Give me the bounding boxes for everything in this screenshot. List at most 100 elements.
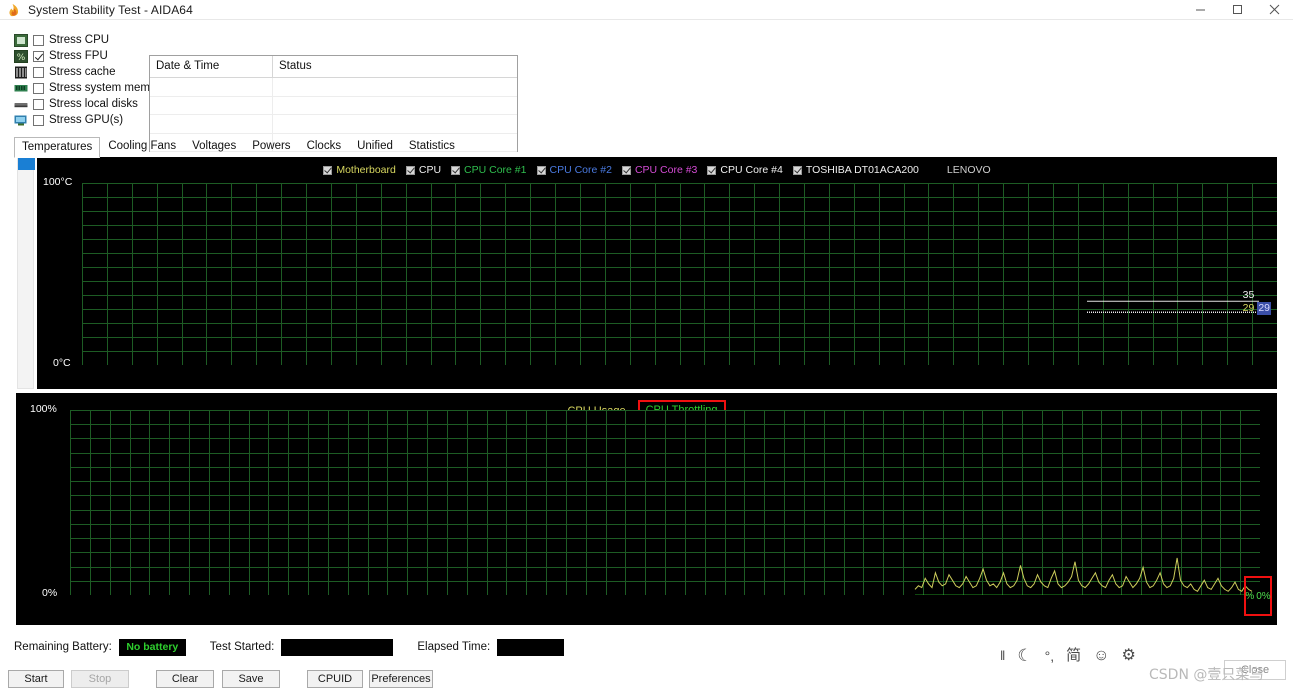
- log-column-datetime: Date & Time: [150, 56, 273, 77]
- svg-text:%: %: [17, 53, 26, 63]
- legend-label: CPU Core #2: [549, 164, 612, 176]
- tab-clocks[interactable]: Clocks: [299, 136, 350, 157]
- temperature-chart-scrollbar[interactable]: [17, 157, 35, 389]
- table-row: [150, 96, 517, 116]
- stress-cpu-label: Stress CPU: [49, 34, 110, 46]
- temp-y-min-label: 0°C: [53, 357, 71, 369]
- legend-label: Motherboard: [336, 164, 396, 176]
- legend-label: CPU: [418, 164, 442, 176]
- stress-option-row[interactable]: Stress GPU(s): [14, 112, 154, 128]
- battery-value-field: No battery: [118, 638, 186, 656]
- readout-row: 35: [1243, 289, 1271, 302]
- tab-voltages[interactable]: Voltages: [184, 136, 244, 157]
- temperature-plot: [82, 183, 1277, 365]
- gpu-monitor-icon: [14, 115, 27, 125]
- upper-panel: Stress CPU % Stress FPU Stress cache Str…: [0, 21, 1293, 153]
- stress-gpu-checkbox[interactable]: [33, 114, 44, 126]
- elapsed-time-label: Elapsed Time:: [417, 641, 491, 653]
- pause-bars-icon[interactable]: ‖: [1000, 646, 1005, 666]
- stop-button: Stop: [71, 670, 129, 688]
- tab-statistics[interactable]: Statistics: [401, 136, 463, 157]
- charts-container: Motherboard CPU CPU Core #1 CPU Core #2 …: [0, 156, 1293, 631]
- legend-label: CPU Core #3: [634, 164, 698, 176]
- start-button[interactable]: Start: [8, 670, 64, 688]
- memory-module-icon: [14, 84, 28, 91]
- stress-option-row[interactable]: Stress system memory: [14, 80, 166, 96]
- save-button[interactable]: Save: [222, 670, 280, 688]
- stress-option-row[interactable]: Stress cache: [14, 64, 154, 80]
- cpu-chip-icon: [14, 33, 28, 47]
- stress-disks-checkbox[interactable]: [33, 98, 44, 110]
- legend-checkbox[interactable]: [405, 165, 415, 175]
- chart-tabs: Temperatures Cooling Fans Voltages Power…: [14, 136, 463, 158]
- usage-y-max-label: 100%: [30, 403, 57, 415]
- legend-checkbox[interactable]: [536, 165, 546, 175]
- tab-temperatures[interactable]: Temperatures: [14, 137, 101, 158]
- legend-item-toshiba-disk[interactable]: TOSHIBA DT01ACA200: [792, 164, 919, 176]
- stress-memory-checkbox[interactable]: [33, 82, 44, 94]
- battery-value: No battery: [126, 641, 179, 653]
- minimize-button[interactable]: [1182, 0, 1219, 20]
- readout-value-motherboard: 29: [1242, 302, 1255, 314]
- legend-item-lenovo: LENOVO: [947, 164, 991, 176]
- readout-row: 29 29: [1243, 302, 1271, 315]
- log-column-status: Status: [279, 60, 312, 72]
- window-title: System Stability Test - AIDA64: [28, 2, 193, 17]
- test-started-label: Test Started:: [209, 641, 275, 653]
- temp-y-max-label: 100°C: [43, 176, 73, 188]
- tab-unified[interactable]: Unified: [349, 136, 401, 157]
- window-controls: [1182, 0, 1293, 20]
- legend-label: LENOVO: [946, 164, 991, 176]
- table-row: [150, 78, 517, 97]
- degree-comma-icon[interactable]: °,: [1045, 646, 1055, 666]
- stress-gpu-label: Stress GPU(s): [49, 114, 124, 126]
- stress-option-row[interactable]: Stress local disks: [14, 96, 154, 112]
- window-titlebar: System Stability Test - AIDA64: [0, 0, 1293, 20]
- hard-disk-icon: [14, 102, 28, 107]
- stress-option-row[interactable]: % Stress FPU: [14, 48, 154, 64]
- stress-option-row[interactable]: Stress CPU: [14, 32, 154, 48]
- scrollbar-thumb[interactable]: [18, 158, 35, 170]
- log-table-header: Date & Time Status: [150, 56, 517, 78]
- usage-y-min-label: 0%: [42, 587, 58, 599]
- tab-powers[interactable]: Powers: [244, 136, 298, 157]
- elapsed-time-field: [497, 638, 565, 656]
- temperature-chart-legend: Motherboard CPU CPU Core #1 CPU Core #2 …: [37, 164, 1277, 176]
- cpuid-button[interactable]: CPUID: [307, 670, 363, 688]
- legend-item-cpu-core-1[interactable]: CPU Core #1: [451, 164, 527, 176]
- smiley-icon[interactable]: ☺: [1093, 646, 1109, 666]
- usage-unit: %: [1245, 590, 1255, 602]
- maximize-button[interactable]: [1219, 0, 1256, 20]
- temperature-chart[interactable]: Motherboard CPU CPU Core #1 CPU Core #2 …: [37, 157, 1277, 389]
- legend-checkbox[interactable]: [707, 165, 717, 175]
- clear-button[interactable]: Clear: [156, 670, 214, 688]
- stress-cpu-checkbox[interactable]: [33, 34, 44, 46]
- cpu-usage-chart[interactable]: CPU Usage CPU Throttling 100% 0% % 0%: [16, 393, 1277, 625]
- legend-item-motherboard[interactable]: Motherboard: [323, 164, 396, 176]
- bottom-icon-toolbar: ‖ ☾ °, 简 ☺ ⚙: [1000, 646, 1136, 666]
- legend-checkbox[interactable]: [323, 165, 333, 175]
- legend-checkbox[interactable]: [621, 165, 631, 175]
- readout-value-cpu: 35: [1242, 289, 1255, 301]
- stress-cache-label: Stress cache: [49, 66, 116, 78]
- bottom-button-bar: Start Stop Clear Save CPUID Preferences: [0, 668, 1293, 694]
- legend-item-cpu-core-4[interactable]: CPU Core #4: [707, 164, 783, 176]
- legend-checkbox[interactable]: [451, 165, 461, 175]
- stress-fpu-label: Stress FPU: [49, 50, 108, 62]
- gear-icon[interactable]: ⚙: [1121, 646, 1135, 666]
- legend-item-cpu-core-3[interactable]: CPU Core #3: [621, 164, 698, 176]
- flame-icon: [6, 2, 22, 18]
- watermark-text: CSDN @壹只菜鸟: [1149, 667, 1264, 683]
- legend-item-cpu[interactable]: CPU: [405, 164, 442, 176]
- stress-fpu-checkbox[interactable]: [33, 50, 44, 62]
- close-button[interactable]: [1256, 0, 1293, 20]
- preferences-button[interactable]: Preferences: [369, 670, 433, 688]
- chinese-simplified-icon[interactable]: 简: [1066, 646, 1081, 666]
- tab-cooling-fans[interactable]: Cooling Fans: [100, 136, 184, 157]
- cpu-usage-plot: [70, 410, 1260, 595]
- legend-checkbox[interactable]: [792, 165, 802, 175]
- moon-icon[interactable]: ☾: [1017, 646, 1032, 666]
- stress-cache-checkbox[interactable]: [33, 66, 44, 78]
- legend-item-cpu-core-2[interactable]: CPU Core #2: [536, 164, 612, 176]
- temperature-readout: 35 29 29: [1243, 289, 1271, 315]
